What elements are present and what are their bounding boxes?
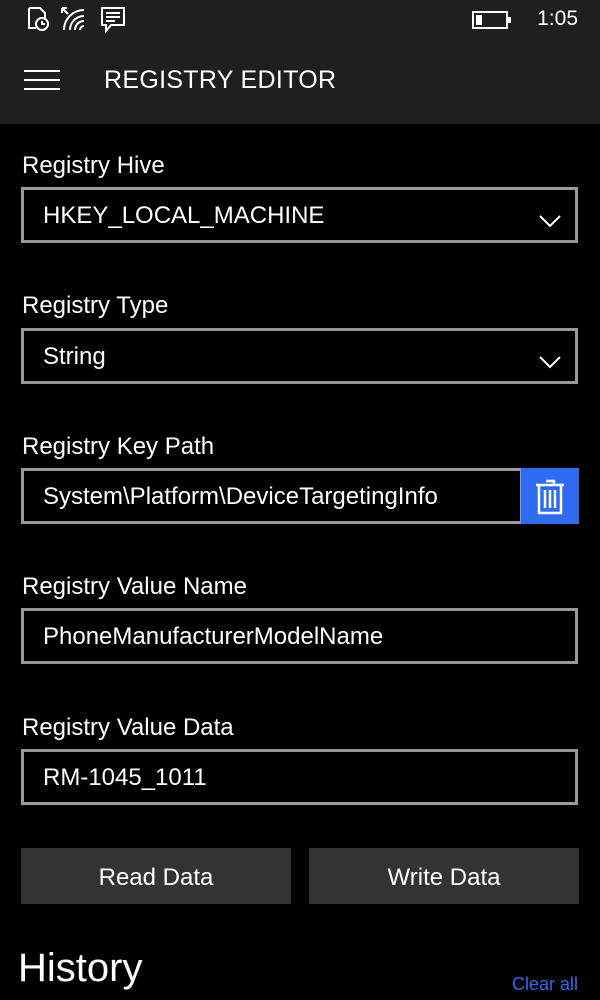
hamburger-line xyxy=(24,79,60,81)
key-path-input[interactable]: System\Platform\DeviceTargetingInfo xyxy=(21,468,523,524)
hive-select[interactable]: HKEY_LOCAL_MACHINE xyxy=(21,187,578,243)
value-name-label: Registry Value Name xyxy=(22,573,247,600)
chevron-down-icon xyxy=(539,207,561,235)
hive-label: Registry Hive xyxy=(22,152,165,179)
hamburger-line xyxy=(24,70,60,72)
type-label: Registry Type xyxy=(22,292,169,319)
value-data-label: Registry Value Data xyxy=(22,714,234,741)
value-name-input[interactable]: PhoneManufacturerModelName xyxy=(21,608,578,664)
clear-history-link[interactable]: Clear all xyxy=(512,974,578,995)
registry-form: Registry Hive HKEY_LOCAL_MACHINE Registr… xyxy=(0,124,600,1000)
type-select[interactable]: String xyxy=(21,328,578,384)
status-bar: 1:05 xyxy=(0,0,600,42)
value-name-value: PhoneManufacturerModelName xyxy=(43,623,384,650)
key-path-label: Registry Key Path xyxy=(22,433,215,460)
trash-icon xyxy=(536,479,564,515)
alarm-icon xyxy=(26,6,50,37)
app-bar: REGISTRY EDITOR xyxy=(0,42,600,124)
wifi-icon xyxy=(60,6,90,37)
write-data-button[interactable]: Write Data xyxy=(309,848,579,904)
page-title: REGISTRY EDITOR xyxy=(104,66,337,94)
status-time: 1:05 xyxy=(537,7,578,30)
hive-select-value: HKEY_LOCAL_MACHINE xyxy=(43,202,325,229)
read-data-button[interactable]: Read Data xyxy=(21,848,291,904)
history-title: History xyxy=(18,946,143,990)
chevron-down-icon xyxy=(539,348,561,376)
key-path-value: System\Platform\DeviceTargetingInfo xyxy=(43,483,438,510)
value-data-value: RM-1045_1011 xyxy=(43,764,207,791)
value-data-input[interactable]: RM-1045_1011 xyxy=(21,749,578,805)
clear-key-path-button[interactable] xyxy=(521,468,579,524)
type-select-value: String xyxy=(43,343,106,370)
hamburger-menu-button[interactable] xyxy=(24,70,62,96)
message-icon xyxy=(100,6,126,39)
hamburger-line xyxy=(24,88,60,90)
battery-icon xyxy=(472,10,512,35)
